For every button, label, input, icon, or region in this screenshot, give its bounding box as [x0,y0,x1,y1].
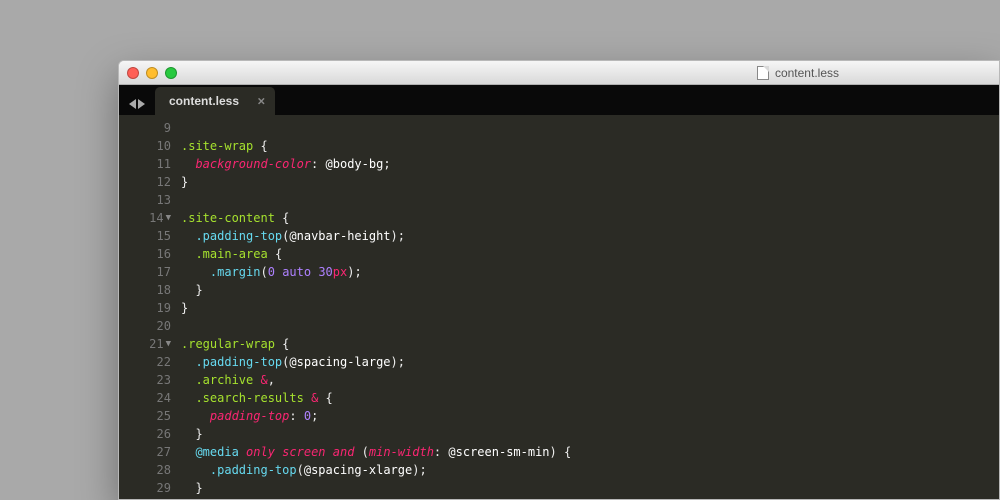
code-line[interactable]: @media only screen and (min-width: @scre… [181,443,999,461]
line-number: 10 [119,137,181,155]
minimize-window-button[interactable] [146,67,158,79]
code-line[interactable]: background-color: @body-bg; [181,155,999,173]
line-number: 25 [119,407,181,425]
line-number: 26 [119,425,181,443]
code-line[interactable]: .padding-top(@navbar-height); [181,227,999,245]
code-line[interactable]: .padding-top(@spacing-large); [181,353,999,371]
line-number: 16 [119,245,181,263]
code-line[interactable]: } [181,173,999,191]
line-number: 21▼ [119,335,181,353]
code-line[interactable]: .site-wrap { [181,137,999,155]
code-line[interactable]: padding-top: 0; [181,407,999,425]
code-line[interactable]: } [181,299,999,317]
line-number: 12 [119,173,181,191]
fold-toggle-icon[interactable]: ▼ [166,335,171,353]
code-line[interactable]: .padding-top(@spacing-xlarge); [181,461,999,479]
line-number: 19 [119,299,181,317]
line-number: 22 [119,353,181,371]
titlebar-filename: content.less [775,66,839,80]
code-line[interactable]: .site-content { [181,209,999,227]
code-line[interactable] [181,191,999,209]
line-number: 29 [119,479,181,497]
fold-toggle-icon[interactable]: ▼ [166,209,171,227]
code-line[interactable]: .margin(0 auto 30px); [181,263,999,281]
code-line[interactable]: } [181,425,999,443]
line-number: 20 [119,317,181,335]
line-number: 15 [119,227,181,245]
line-number: 24 [119,389,181,407]
code-content[interactable]: .site-wrap { background-color: @body-bg;… [181,119,999,499]
nav-forward-button[interactable] [138,99,145,109]
nav-back-button[interactable] [129,99,136,109]
code-line[interactable]: .main-area { [181,245,999,263]
close-tab-icon[interactable]: × [257,95,265,108]
traffic-lights [127,67,177,79]
line-number: 18 [119,281,181,299]
tab-label: content.less [169,94,239,108]
code-line[interactable]: } [181,281,999,299]
file-icon [757,66,769,80]
code-line[interactable]: .search-results & { [181,389,999,407]
app-window: content.less content.less × 91011121314▼… [118,60,1000,500]
titlebar-file: content.less [757,61,839,84]
tab-active[interactable]: content.less × [155,87,275,115]
nav-arrows [129,99,145,115]
line-number: 9 [119,119,181,137]
code-line[interactable] [181,119,999,137]
tab-bar: content.less × [119,85,999,115]
line-number: 14▼ [119,209,181,227]
code-line[interactable]: .regular-wrap { [181,335,999,353]
zoom-window-button[interactable] [165,67,177,79]
code-editor[interactable]: 91011121314▼15161718192021▼2223242526272… [119,115,999,499]
code-line[interactable]: } [181,479,999,497]
line-number-gutter: 91011121314▼15161718192021▼2223242526272… [119,119,181,499]
line-number: 23 [119,371,181,389]
editor-area: content.less × 91011121314▼1516171819202… [119,85,999,499]
code-line[interactable]: .archive &, [181,371,999,389]
code-line[interactable] [181,317,999,335]
line-number: 27 [119,443,181,461]
line-number: 11 [119,155,181,173]
line-number: 13 [119,191,181,209]
close-window-button[interactable] [127,67,139,79]
line-number: 28 [119,461,181,479]
line-number: 17 [119,263,181,281]
titlebar[interactable]: content.less [119,61,999,85]
